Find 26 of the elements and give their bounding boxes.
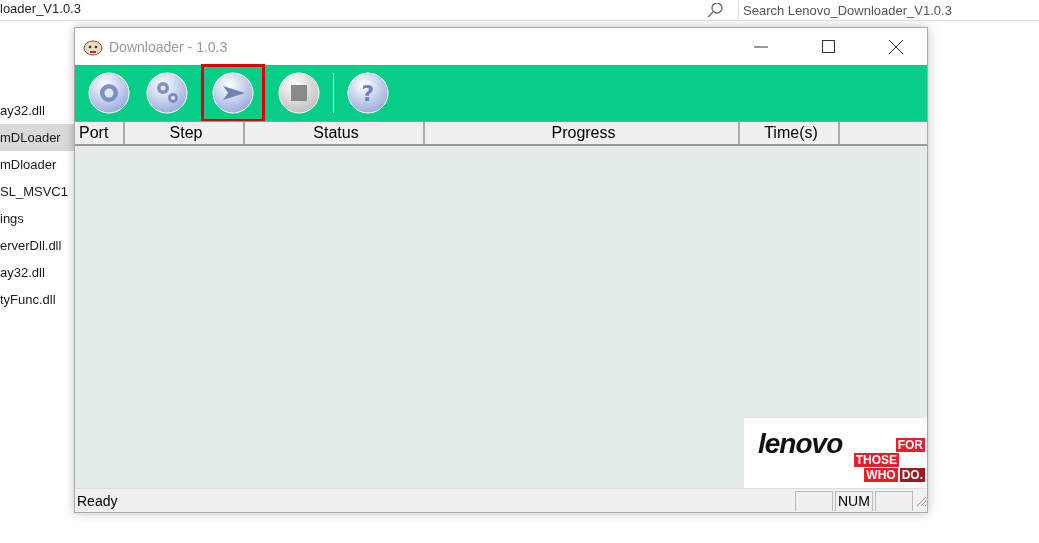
brand-logo: lenovo FOR THOSE WHO DO. bbox=[744, 418, 927, 488]
search-field[interactable]: Search Lenovo_Downloader_V1.0.3 bbox=[738, 1, 1039, 19]
minimize-icon[interactable] bbox=[754, 45, 768, 48]
stop-icon bbox=[277, 71, 321, 115]
column-header[interactable]: Port bbox=[75, 122, 125, 144]
status-pane bbox=[795, 490, 833, 511]
file-item[interactable]: ay32.dll bbox=[0, 259, 74, 286]
file-item[interactable]: tyFunc.dll bbox=[0, 286, 74, 313]
num-lock-indicator: NUM bbox=[835, 490, 873, 511]
start-button[interactable] bbox=[201, 64, 265, 122]
resize-grip-icon[interactable] bbox=[915, 494, 927, 507]
maximize-icon[interactable] bbox=[822, 40, 835, 53]
close-icon[interactable] bbox=[889, 39, 903, 54]
window-title: Downloader - 1.0.3 bbox=[109, 38, 228, 55]
file-item[interactable]: ay32.dll bbox=[0, 97, 74, 124]
gears-icon bbox=[145, 71, 189, 115]
file-item[interactable]: erverDll.dll bbox=[0, 232, 74, 259]
gear-icon bbox=[87, 71, 131, 115]
file-item[interactable]: mDloader bbox=[0, 151, 74, 178]
search-icon bbox=[706, 3, 724, 17]
status-pane bbox=[875, 490, 913, 511]
file-item[interactable]: SL_MSVC1 bbox=[0, 178, 74, 205]
status-text: Ready bbox=[76, 492, 118, 509]
address-path[interactable]: loader_V1.0.3 bbox=[0, 1, 81, 16]
file-item[interactable]: mDLoader bbox=[0, 124, 74, 151]
file-item[interactable]: ings bbox=[0, 205, 74, 232]
